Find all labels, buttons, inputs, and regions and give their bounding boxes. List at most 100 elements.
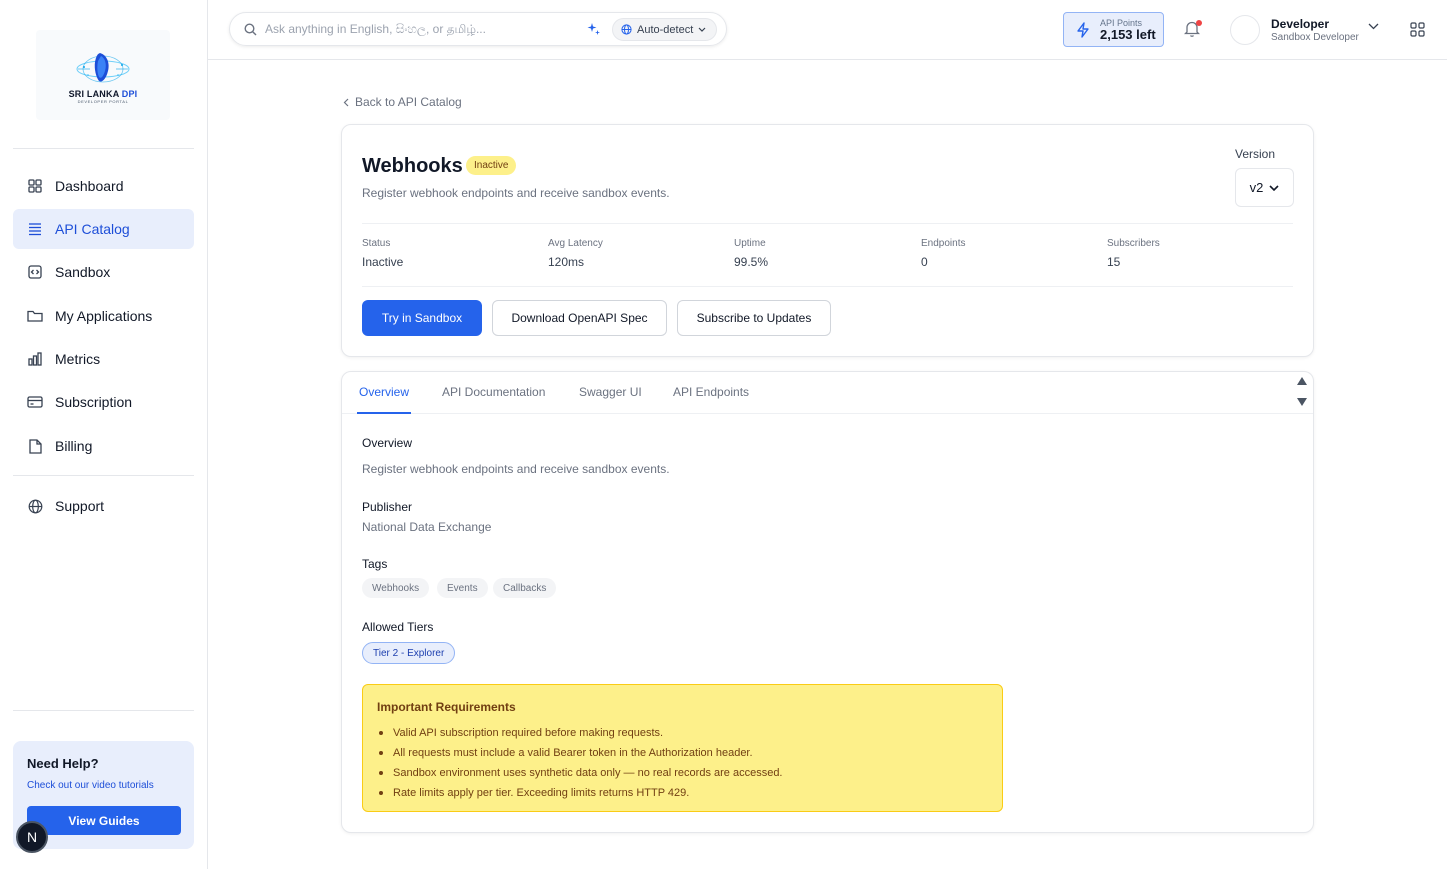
apps-grid-icon[interactable] [1410,22,1425,37]
overview-text: Register webhook endpoints and receive s… [362,462,670,476]
sidebar-item-sandbox[interactable]: Sandbox [13,252,194,292]
chevron-down-icon [1269,184,1279,191]
stat-value: Inactive [362,255,404,269]
tab-overview[interactable]: Overview [356,385,412,414]
sidebar-item-label: Subscription [55,394,133,410]
credit-card-icon [27,394,43,410]
list-item: All requests must include a valid Bearer… [377,743,988,763]
list-icon [27,221,43,237]
stat-subscribers: Subscribers 15 [1107,238,1160,269]
dev-tools-badge[interactable]: N [16,821,48,853]
stat-uptime: Uptime 99.5% [734,238,768,269]
tab-swagger-ui[interactable]: Swagger UI [579,385,642,399]
publisher-value: National Data Exchange [362,520,492,534]
stat-label: Subscribers [1107,238,1160,249]
stat-endpoints: Endpoints 0 [921,238,965,269]
grid-icon [27,178,43,194]
stat-label: Status [362,238,391,249]
overview-heading: Overview [362,436,413,450]
download-openapi-button[interactable]: Download OpenAPI Spec [492,300,667,336]
document-icon [27,438,43,454]
user-role: Sandbox Developer [1271,32,1359,43]
stat-avg-latency: Avg Latency 120ms [548,238,603,269]
sidebar-item-label: Dashboard [55,178,124,194]
sidebar-item-label: Support [55,498,105,514]
chevron-left-icon [343,98,349,106]
api-points-label: API Points [1100,17,1143,28]
sidebar-divider [13,475,194,476]
globe-logo-icon [76,52,130,82]
sidebar-item-label: Billing [55,438,93,454]
bar-chart-icon [27,351,43,367]
card-divider [362,223,1293,224]
sidebar-item-subscription[interactable]: Subscription [13,382,194,422]
view-guides-button[interactable]: View Guides [27,806,181,835]
sidebar-item-label: My Applications [55,308,153,324]
sidebar: SRI LANKA DPI DEVELOPER PORTAL Dashboard… [0,0,208,869]
language-select[interactable]: Auto-detect [612,18,718,41]
allowed-tiers-heading: Allowed Tiers [362,620,434,634]
sidebar-item-label: Metrics [55,351,101,367]
tier-badge: Tier 2 - Explorer [362,642,456,664]
list-item: Sandbox environment uses synthetic data … [377,763,988,783]
tab-api-documentation[interactable]: API Documentation [442,385,545,399]
subscribe-updates-button[interactable]: Subscribe to Updates [677,300,831,336]
card-divider [362,286,1293,287]
help-subtitle[interactable]: Check out our video tutorials [27,780,180,791]
scroll-up-icon[interactable] [1297,377,1307,385]
ai-sparkle-icon[interactable] [587,22,601,36]
tag-chip: Callbacks [493,578,557,598]
stat-label: Uptime [734,238,766,249]
api-summary-card: Webhooks Inactive Register webhook endpo… [341,124,1314,357]
sidebar-item-my-applications[interactable]: My Applications [13,296,194,336]
stat-value: 99.5% [734,255,769,269]
globe-icon [621,24,632,35]
stat-label: Endpoints [921,238,966,249]
sidebar-divider [13,710,194,711]
stat-value: 0 [921,255,928,269]
publisher-heading: Publisher [362,500,413,514]
status-badge: Inactive [466,156,517,175]
list-item: Rate limits apply per tier. Exceeding li… [377,783,988,803]
scroll-down-icon[interactable] [1297,398,1307,406]
globe-icon [27,498,43,514]
sidebar-divider [13,148,194,149]
search-bar[interactable]: Auto-detect [229,12,727,46]
sidebar-item-label: API Catalog [55,221,130,237]
brand-logo[interactable]: SRI LANKA DPI DEVELOPER PORTAL [36,30,170,120]
avatar[interactable] [1230,15,1260,45]
stat-value: 15 [1107,255,1121,269]
sidebar-item-label: Sandbox [55,264,111,280]
user-name[interactable]: Developer [1271,17,1329,31]
search-icon [244,22,257,35]
version-select[interactable]: v2 [1235,168,1294,207]
chevron-down-icon [698,27,706,32]
api-points-widget[interactable]: API Points 2,153 left [1063,12,1164,47]
version-value: v2 [1249,180,1264,195]
folder-icon [27,308,43,324]
lightning-icon [1077,21,1089,38]
tags-heading: Tags [362,557,388,571]
list-item: Valid API subscription required before m… [377,723,988,743]
requirements-list: Valid API subscription required before m… [377,723,988,803]
search-input[interactable] [265,22,575,36]
stat-status: Status Inactive [362,238,403,269]
chevron-down-icon[interactable] [1368,23,1379,30]
logo-subtitle: DEVELOPER PORTAL [77,98,129,104]
sidebar-item-support[interactable]: Support [13,486,194,526]
sidebar-item-metrics[interactable]: Metrics [13,339,194,379]
sidebar-item-api-catalog[interactable]: API Catalog [13,209,194,249]
try-in-sandbox-button[interactable]: Try in Sandbox [362,300,482,336]
tag-chip: Events [437,578,488,598]
language-label: Auto-detect [637,23,694,36]
api-details-panel: Overview API Documentation Swagger UI AP… [341,371,1314,833]
page-title: Webhooks [362,155,463,177]
sidebar-item-dashboard[interactable]: Dashboard [13,166,194,206]
notification-dot [1196,20,1202,26]
logo-title: SRI LANKA DPI [68,88,138,99]
back-link[interactable]: Back to API Catalog [343,95,462,109]
tab-api-endpoints[interactable]: API Endpoints [673,385,749,399]
sidebar-item-billing[interactable]: Billing [13,426,194,466]
code-box-icon [27,264,43,280]
api-points-value: 2,153 left [1100,26,1156,42]
